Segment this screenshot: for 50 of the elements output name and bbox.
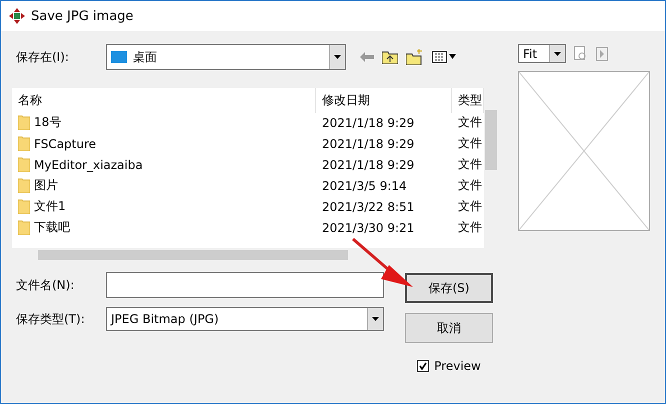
modified-date: 2021/3/22 8:51: [321, 200, 416, 214]
file-name-label: 文件名(N):: [15, 276, 76, 294]
desktop-icon: [111, 51, 127, 63]
file-type: 文件: [457, 156, 483, 173]
up-folder-icon[interactable]: [382, 50, 398, 64]
caret-icon: [554, 52, 561, 56]
file-type-dropdown[interactable]: JPEG Bitmap (JPG): [106, 307, 384, 331]
save-in-label: 保存在(I):: [15, 48, 70, 66]
column-header[interactable]: 名称: [12, 88, 316, 113]
app-icon: [9, 8, 25, 24]
view-menu-icon[interactable]: [432, 51, 456, 63]
folder-icon: [18, 199, 30, 214]
caret-icon: [372, 317, 379, 321]
cancel-button[interactable]: 取消: [405, 313, 493, 343]
save-in-dropdown[interactable]: 桌面: [106, 44, 346, 70]
preview-label: Preview: [434, 359, 481, 373]
new-folder-icon[interactable]: [406, 49, 424, 65]
zoom-value: Fit: [523, 46, 538, 60]
folder-icon: [18, 136, 30, 151]
modified-date: 2021/1/18 9:29: [321, 136, 416, 150]
modified-date: 2021/1/18 9:29: [321, 158, 416, 172]
modified-date: 2021/1/18 9:29: [321, 116, 416, 130]
file-type: 文件: [457, 135, 483, 152]
save-button[interactable]: 保存(S): [405, 273, 493, 303]
file-name[interactable]: 下载吧: [34, 219, 70, 236]
folder-icon: [18, 178, 30, 193]
file-name[interactable]: 图片: [34, 177, 58, 194]
modified-date: 2021/3/5 9:14: [321, 178, 408, 192]
file-type: 文件: [457, 198, 483, 215]
file-name[interactable]: MyEditor_xiazaiba: [34, 158, 143, 172]
file-type-value: JPEG Bitmap (JPG): [111, 312, 219, 326]
folder-icon: [18, 220, 30, 235]
folder-icon: [18, 157, 30, 172]
file-type: 文件: [457, 219, 483, 236]
column-header[interactable]: 修改日期: [316, 88, 452, 113]
zoom-dropdown[interactable]: Fit: [518, 44, 566, 63]
file-name[interactable]: 文件1: [34, 198, 66, 215]
magnifier-icon[interactable]: [574, 46, 588, 62]
file-type-label: 保存类型(T):: [15, 310, 86, 328]
save-in-value: 桌面: [133, 48, 157, 66]
back-arrow-icon[interactable]: [360, 52, 374, 62]
file-type: 文件: [457, 114, 483, 131]
modified-date: 2021/3/30 9:21: [321, 220, 416, 234]
caret-icon: [334, 55, 341, 59]
file-name[interactable]: FSCapture: [34, 136, 96, 150]
folder-icon: [18, 115, 30, 130]
window-title: Save JPG image: [31, 8, 134, 24]
preview-checkbox[interactable]: [417, 360, 430, 372]
file-name[interactable]: 18号: [34, 114, 62, 131]
file-type: 文件: [457, 177, 483, 194]
